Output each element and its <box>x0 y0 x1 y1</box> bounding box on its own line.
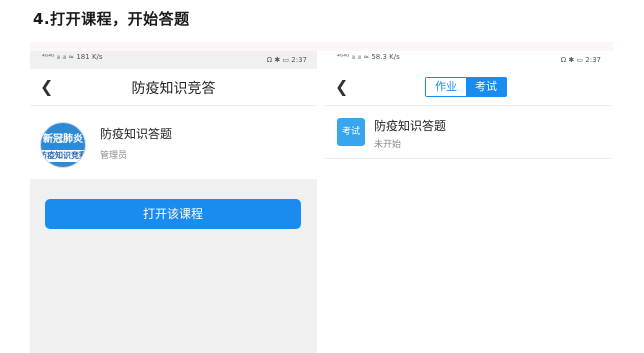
exam-badge: 考试 <box>337 118 365 146</box>
back-icon[interactable]: ❮ <box>335 77 348 96</box>
course-logo: 新冠肺炎 防疫知识竞赛 <box>40 122 86 168</box>
right-phone-screen: ⁴ᴳ⁴ᴳ ᵢₗₗ ᵢₗₗ ≈ 58.3 K/s Ω ✱ ▭ 2:37 ❮ 作业 … <box>325 51 611 353</box>
nav-bar: ❮ 作业 考试 <box>325 69 611 105</box>
status-left: ⁴ᴳ⁴ᴳ ᵢₗₗ ᵢₗₗ ≈ 58.3 K/s <box>337 53 400 61</box>
logo-text-bottom: 防疫知识竞赛 <box>41 150 85 162</box>
tab-exam[interactable]: 考试 <box>466 78 506 96</box>
status-right: Ω ✱ ▭ 2:37 <box>266 56 307 64</box>
nav-bar: ❮ 防疫知识竞答 <box>30 69 317 105</box>
logo-text-top: 新冠肺炎 <box>43 134 83 145</box>
exam-list-item[interactable]: 考试 防疫知识答题 未开始 <box>325 105 611 159</box>
page-title: 防疫知识竞答 <box>131 81 216 97</box>
open-course-button[interactable]: 打开该课程 <box>45 199 301 229</box>
exam-title: 防疫知识答题 <box>374 119 447 133</box>
status-left: ⁴ᴳ⁴ᴳ ᵢₗₗ ᵢₗₗ ≈ 181 K/s <box>42 53 103 61</box>
exam-status: 未开始 <box>374 140 402 150</box>
left-phone-screen: ⁴ᴳ⁴ᴳ ᵢₗₗ ᵢₗₗ ≈ 181 K/s Ω ✱ ▭ 2:37 ❮ 防疫知识… <box>30 51 317 353</box>
status-bar: ⁴ᴳ⁴ᴳ ᵢₗₗ ᵢₗₗ ≈ 58.3 K/s Ω ✱ ▭ 2:37 <box>325 51 611 69</box>
status-bar: ⁴ᴳ⁴ᴳ ᵢₗₗ ᵢₗₗ ≈ 181 K/s Ω ✱ ▭ 2:37 <box>30 51 317 69</box>
course-owner: 管理员 <box>100 151 128 161</box>
instruction-heading: 4.打开课程，开始答题 <box>33 10 190 28</box>
course-title: 防疫知识答题 <box>100 127 173 141</box>
tab-switcher: 作业 考试 <box>425 77 507 97</box>
tab-homework[interactable]: 作业 <box>426 78 466 96</box>
status-right: Ω ✱ ▭ 2:37 <box>560 56 601 64</box>
divider-bar <box>30 42 614 51</box>
course-card[interactable]: 新冠肺炎 防疫知识竞赛 防疫知识答题 管理员 <box>30 105 317 179</box>
